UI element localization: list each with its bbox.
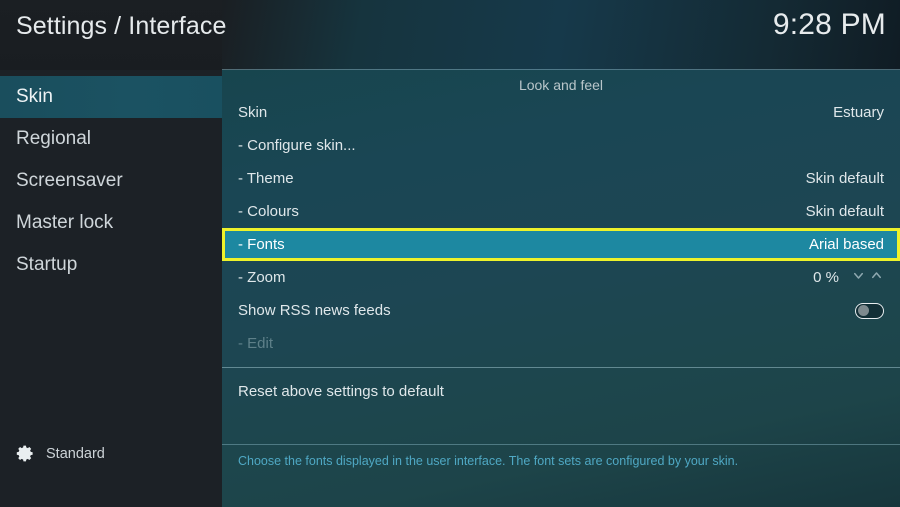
sidebar-item-label: Master lock [16,212,114,233]
setting-value: 0 % [813,269,839,286]
setting-row-colours[interactable]: - Colours Skin default [222,195,900,228]
setting-label: Show RSS news feeds [238,302,391,319]
settings-panel: Look and feel Skin Estuary - Configure s… [222,70,900,507]
chevron-down-icon[interactable] [851,268,866,287]
toggle-knob [858,305,869,317]
gear-icon [16,444,35,463]
setting-label: Reset above settings to default [238,383,444,400]
settings-level-label: Standard [46,445,105,462]
sidebar-item-skin[interactable]: Skin [0,76,222,118]
sidebar-item-label: Skin [16,86,53,107]
setting-label: - Fonts [238,236,285,253]
help-divider [222,444,900,445]
list-divider [222,367,900,368]
settings-level-selector[interactable]: Standard [16,444,105,463]
sidebar-item-label: Screensaver [16,170,123,191]
setting-value: Arial based [808,236,884,253]
setting-label: - Configure skin... [238,137,356,154]
sidebar-item-screensaver[interactable]: Screensaver [0,160,222,202]
setting-row-show-rss-news-feeds[interactable]: Show RSS news feeds [222,294,900,327]
setting-row-theme[interactable]: - Theme Skin default [222,162,900,195]
help-description: Choose the fonts displayed in the user i… [238,454,739,468]
page-title: Settings / Interface [16,12,227,40]
zoom-spinner [851,268,884,287]
setting-value: Skin default [805,203,884,220]
setting-value: Skin default [805,170,884,187]
sidebar-item-label: Startup [16,254,78,275]
setting-label: - Colours [238,203,299,220]
sidebar-item-master-lock[interactable]: Master lock [0,202,222,244]
setting-value: Estuary [833,104,884,121]
setting-row-fonts[interactable]: - Fonts Arial based [222,228,900,261]
setting-row-edit: - Edit [222,327,900,360]
sidebar: Skin Regional Screensaver Master lock St… [0,70,222,507]
setting-label: Skin [238,104,268,121]
setting-label: - Zoom [238,269,286,286]
header-bar: Settings / Interface 9:28 PM [0,0,900,70]
sidebar-item-regional[interactable]: Regional [0,118,222,160]
setting-label: - Edit [238,335,274,352]
setting-row-configure-skin[interactable]: - Configure skin... [222,129,900,162]
kodi-settings-screen: Settings / Interface 9:28 PM Skin Region… [0,0,900,507]
chevron-up-icon[interactable] [869,268,884,287]
sidebar-item-label: Regional [16,128,91,149]
settings-list: Skin Estuary - Configure skin... - Theme… [222,96,900,408]
category-title: Look and feel [518,77,604,93]
setting-row-zoom[interactable]: - Zoom 0 % [222,261,900,294]
toggle-off-icon[interactable] [855,302,884,319]
setting-row-skin[interactable]: Skin Estuary [222,96,900,129]
setting-label: - Theme [238,170,294,187]
clock: 9:28 PM [772,8,886,41]
setting-row-reset-to-default[interactable]: Reset above settings to default [222,375,900,408]
sidebar-item-startup[interactable]: Startup [0,244,222,286]
